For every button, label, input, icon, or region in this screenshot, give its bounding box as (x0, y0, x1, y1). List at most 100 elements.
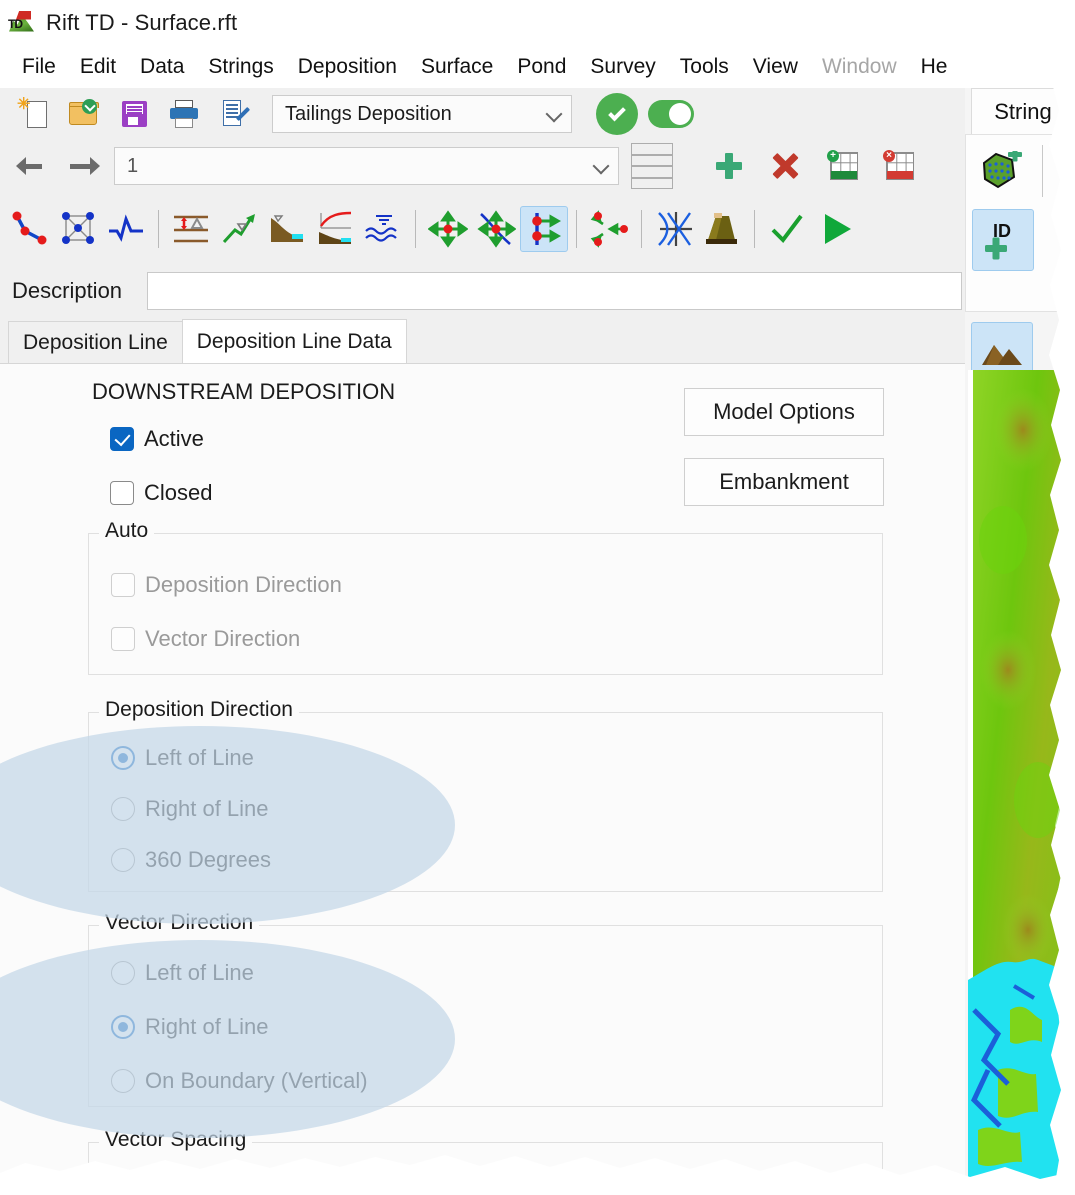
tool-move-curve-4way[interactable] (472, 206, 520, 252)
tool-embankment[interactable] (698, 206, 746, 252)
active-checkbox[interactable] (110, 427, 134, 451)
tab-deposition-line-data[interactable]: Deposition Line Data (181, 319, 407, 363)
add-id-icon: ID (985, 221, 1011, 260)
tool-intersect-lines[interactable] (650, 206, 698, 252)
tool-polyline-points[interactable] (6, 206, 54, 252)
triangle-down-icon (632, 176, 672, 179)
stepper-down-button[interactable] (631, 166, 673, 189)
menu-surface[interactable]: Surface (409, 53, 505, 81)
radio-vector-on-boundary[interactable] (111, 1069, 135, 1093)
record-select-value: 1 (127, 154, 139, 177)
arrow-right-icon (62, 149, 102, 183)
radio-vector-right-of-line-label: Right of Line (145, 1014, 269, 1039)
mode-select[interactable]: Tailings Deposition (272, 95, 572, 133)
open-file-button[interactable] (60, 91, 108, 137)
menu-edit[interactable]: Edit (68, 53, 128, 81)
radio-360-degrees[interactable] (111, 848, 135, 872)
radio-right-of-line[interactable] (111, 797, 135, 821)
radio-vector-right-of-line[interactable] (111, 1015, 135, 1039)
delete-row-button[interactable]: × (875, 143, 923, 189)
edit-notes-button[interactable] (210, 91, 258, 137)
waveform-icon (109, 214, 143, 242)
new-document-icon: ✳ (16, 97, 52, 131)
menu-tools[interactable]: Tools (668, 53, 741, 81)
page-title: DOWNSTREAM DEPOSITION (92, 379, 396, 404)
auto-vector-direction-checkbox (111, 627, 135, 651)
embankment-button[interactable]: Embankment (684, 458, 884, 506)
vector-direction-option-on-boundary[interactable]: On Boundary (Vertical) (111, 1068, 368, 1094)
terrain-map-preview[interactable] (968, 370, 1075, 1195)
model-options-button[interactable]: Model Options (684, 388, 884, 436)
tool-water-waves[interactable] (359, 206, 407, 252)
radio-right-of-line-label: Right of Line (145, 796, 269, 821)
tool-move-4way[interactable] (424, 206, 472, 252)
closed-checkbox-row[interactable]: Closed (110, 480, 212, 506)
water-waves-icon (365, 215, 397, 242)
menu-pond[interactable]: Pond (505, 53, 578, 81)
run-play-icon (825, 214, 851, 244)
tool-slope-arrow[interactable] (215, 206, 263, 252)
tool-elevation-delta[interactable] (167, 206, 215, 252)
menu-survey[interactable]: Survey (578, 53, 667, 81)
menu-view[interactable]: View (741, 53, 810, 81)
menu-file[interactable]: File (10, 53, 68, 81)
add-id-button[interactable]: ID (972, 209, 1034, 271)
tab-deposition-line[interactable]: Deposition Line (8, 321, 183, 363)
deposition-direction-option-360[interactable]: 360 Degrees (111, 847, 271, 873)
record-stepper[interactable] (631, 143, 673, 189)
apply-button[interactable] (596, 93, 638, 135)
add-record-button[interactable] (705, 143, 753, 189)
save-file-button[interactable] (110, 91, 158, 137)
radio-vector-left-of-line[interactable] (111, 961, 135, 985)
vector-direction-option-right[interactable]: Right of Line (111, 1014, 269, 1040)
tool-run-play[interactable] (811, 206, 859, 252)
tab-string[interactable]: String (971, 88, 1075, 134)
tool-converge-points[interactable] (585, 206, 633, 252)
notes-pencil-icon (216, 97, 252, 131)
active-checkbox-row[interactable]: Active (110, 426, 204, 452)
stepper-up-button[interactable] (631, 143, 673, 166)
description-input[interactable] (147, 272, 962, 310)
terrain-surface-icon (982, 345, 1022, 365)
tool-waveform[interactable] (102, 206, 150, 252)
menu-help[interactable]: He (909, 53, 960, 81)
toolbar-separator (576, 210, 577, 248)
plus-icon (712, 149, 746, 183)
prev-record-button[interactable] (10, 143, 58, 189)
menu-window: Window (821, 54, 897, 78)
tool-beach-profile[interactable] (263, 206, 311, 252)
deposition-direction-option-right[interactable]: Right of Line (111, 796, 269, 822)
menu-data[interactable]: Data (128, 53, 196, 81)
deposition-direction-option-left[interactable]: Left of Line (111, 745, 254, 771)
flag-marker-button[interactable] (1048, 213, 1075, 271)
insert-row-button[interactable]: + (819, 143, 867, 189)
radio-left-of-line[interactable] (111, 746, 135, 770)
toolbar-separator (754, 210, 755, 248)
vector-line-arrows-icon (532, 213, 562, 245)
tool-vector-line-arrows[interactable] (520, 206, 568, 252)
tool-confirm-check[interactable] (763, 206, 811, 252)
menu-deposition[interactable]: Deposition (286, 53, 409, 81)
tool-curve-profile[interactable] (311, 206, 359, 252)
closed-label: Closed (144, 480, 213, 505)
add-polygon-button[interactable] (972, 143, 1030, 201)
converge-points-icon (590, 210, 628, 248)
new-file-button[interactable]: ✳ (10, 91, 58, 137)
title-bar: TD Rift TD - Surface.rft (0, 0, 1075, 45)
enable-toggle[interactable] (648, 100, 694, 128)
slope-arrow-icon (222, 214, 255, 244)
radio-vector-left-of-line-label: Left of Line (145, 960, 254, 985)
panel-separator (1042, 145, 1043, 197)
vector-direction-option-left[interactable]: Left of Line (111, 960, 254, 986)
vector-spacing-group: Vector Spacing (88, 1128, 883, 1195)
tool-mesh-nodes[interactable] (54, 206, 102, 252)
menu-strings[interactable]: Strings (196, 53, 285, 81)
closed-checkbox[interactable] (110, 481, 134, 505)
auto-vector-direction-row: Vector Direction (111, 626, 300, 652)
measure-point-button[interactable] (1048, 145, 1075, 203)
next-record-button[interactable] (58, 143, 106, 189)
record-select[interactable]: 1 (114, 147, 619, 185)
print-button[interactable] (160, 91, 208, 137)
delete-record-button[interactable] (761, 143, 809, 189)
vector-spacing-legend: Vector Spacing (99, 1128, 253, 1152)
